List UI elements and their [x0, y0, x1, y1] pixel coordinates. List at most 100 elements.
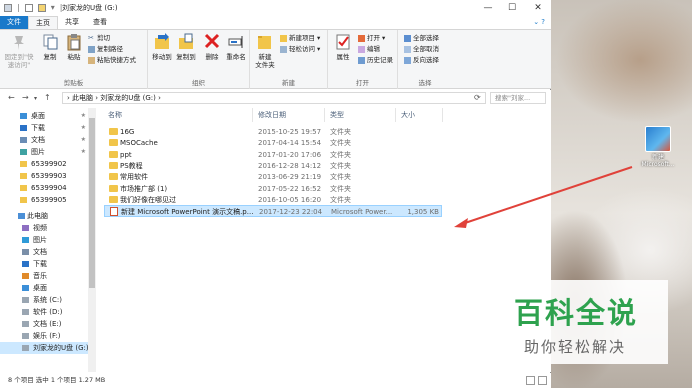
table-row[interactable]: 常用软件 2013-06-29 21:19 文件夹 — [104, 171, 442, 183]
sidebar-item-quick[interactable]: 图片 ★ — [0, 146, 96, 158]
sidebar-item-quick[interactable]: 65399903 — [0, 170, 96, 182]
column-header-type[interactable]: 类型 — [330, 110, 344, 120]
easy-access-button[interactable]: 轻松访问 ▾ — [280, 45, 320, 54]
recent-locations-chevron-icon[interactable]: ▾ — [34, 95, 37, 102]
cell-type: 文件夹 — [330, 195, 351, 204]
organize-group: 移动到 复制到 删除 重命名 组织 — [148, 30, 250, 89]
pinned-icon[interactable]: ★ — [81, 110, 86, 122]
select-none-button[interactable]: 全部取消 — [404, 45, 439, 54]
sidebar-item-quick[interactable]: 下载 ★ — [0, 122, 96, 134]
refresh-icon[interactable]: ⟳ — [474, 93, 481, 102]
column-header-name[interactable]: 名称 — [108, 110, 122, 120]
table-row[interactable]: 16G 2015-10-25 19:57 文件夹 — [104, 126, 442, 138]
cell-date: 2017-01-20 17:06 — [258, 150, 322, 159]
open-button[interactable]: 打开 ▾ — [358, 34, 385, 43]
sidebar-item-pc[interactable]: 下载 — [0, 258, 96, 270]
tab-home[interactable]: 主页 — [28, 16, 58, 29]
column-header-size[interactable]: 大小 — [401, 110, 415, 120]
copy-path-icon — [88, 46, 95, 53]
copy-path-button[interactable]: 复制路径 — [88, 45, 123, 54]
sidebar-item-pc[interactable]: 桌面 — [0, 282, 96, 294]
sidebar-item-quick[interactable]: 桌面 ★ — [0, 110, 96, 122]
forward-arrow-icon[interactable]: → — [22, 93, 29, 102]
sidebar-item-pc[interactable]: 图片 — [0, 234, 96, 246]
desktop-ppt-file[interactable]: 新建 Microsoft... — [636, 126, 680, 168]
watermark-subtitle: 助你轻松解决 — [524, 338, 627, 356]
edit-button[interactable]: 编辑 — [358, 45, 380, 54]
drive-icon — [22, 297, 29, 303]
tab-share[interactable]: 共享 — [58, 16, 86, 29]
powerpoint-icon — [645, 126, 671, 152]
sidebar-item-pc[interactable]: 系统 (C:) — [0, 294, 96, 306]
sidebar-item-label: 视频 — [33, 224, 47, 232]
pinned-icon[interactable]: ★ — [81, 122, 86, 134]
cell-type: 文件夹 — [330, 150, 351, 159]
sidebar-item-pc[interactable]: 娱乐 (F:) — [0, 330, 96, 342]
pinned-icon[interactable]: ★ — [81, 146, 86, 158]
help-icon[interactable]: ⌄ ? — [533, 18, 545, 26]
minimize-button[interactable]: — — [476, 0, 500, 16]
new-folder-quick-icon[interactable] — [37, 3, 46, 12]
column-divider[interactable] — [442, 108, 443, 122]
column-header-date[interactable]: 修改日期 — [258, 110, 286, 120]
table-row[interactable]: 市场推广部 (1) 2017-05-22 16:52 文件夹 — [104, 183, 442, 195]
column-divider[interactable] — [395, 108, 396, 122]
sidebar-item-this-pc[interactable]: 此电脑 — [0, 210, 96, 222]
select-all-button[interactable]: 全部选择 — [404, 34, 439, 43]
table-row[interactable]: 新建 Microsoft PowerPoint 演示文稿.p... 2017-12… — [104, 205, 442, 218]
new-item-button[interactable]: 新建项目 ▾ — [280, 34, 320, 43]
tab-view[interactable]: 查看 — [86, 16, 114, 29]
properties-quick-icon[interactable] — [24, 3, 33, 12]
table-row[interactable]: 我们好像在哪见过 2016-10-05 16:20 文件夹 — [104, 194, 442, 206]
search-input[interactable]: 搜索"刘家... — [490, 92, 546, 104]
rename-button[interactable]: 重命名 — [224, 33, 248, 61]
pinned-icon[interactable]: ★ — [81, 134, 86, 146]
large-icons-view-icon[interactable] — [538, 376, 547, 385]
details-view-icon[interactable] — [526, 376, 535, 385]
tab-file[interactable]: 文件 — [0, 16, 28, 29]
address-input[interactable]: › 此电脑 › 刘家龙的U盘 (G:) › — [62, 92, 486, 104]
library-icon — [20, 113, 27, 119]
back-arrow-icon[interactable]: ← — [8, 93, 15, 102]
new-folder-button[interactable]: 新建 文件夹 — [252, 33, 278, 69]
customize-quick-access-icon[interactable]: ▾ — [51, 3, 55, 12]
easy-access-icon — [280, 46, 287, 53]
column-divider[interactable] — [252, 108, 253, 122]
scrollbar-thumb[interactable] — [89, 118, 95, 288]
folder-icon — [109, 195, 118, 203]
sidebar-item-pc[interactable]: 文档 (E:) — [0, 318, 96, 330]
close-button[interactable]: ✕ — [526, 0, 550, 16]
sidebar-item-quick[interactable]: 65399902 — [0, 158, 96, 170]
copy-button[interactable]: 复制 — [38, 33, 62, 61]
sidebar-item-quick[interactable]: 65399905 — [0, 194, 96, 206]
up-arrow-icon[interactable]: ↑ — [44, 93, 51, 102]
sidebar-item-pc[interactable]: 视频 — [0, 222, 96, 234]
sidebar-item-quick[interactable]: 65399904 — [0, 182, 96, 194]
properties-button[interactable]: 属性 — [331, 33, 355, 61]
maximize-button[interactable]: ☐ — [500, 0, 524, 16]
nav-scrollbar[interactable] — [88, 108, 96, 372]
history-button[interactable]: 历史记录 — [358, 56, 393, 65]
delete-button[interactable]: 删除 — [200, 33, 224, 61]
copy-to-button[interactable]: 复制到 — [174, 33, 198, 61]
table-row[interactable]: PS教程 2016-12-28 14:12 文件夹 — [104, 160, 442, 172]
easy-access-label: 轻松访问 — [289, 45, 315, 53]
sidebar-item-label: 此电脑 — [27, 212, 48, 220]
table-row[interactable]: MSOCache 2017-04-14 15:54 文件夹 — [104, 137, 442, 149]
cell-type: 文件夹 — [330, 128, 351, 136]
column-divider[interactable] — [324, 108, 325, 122]
sidebar-item-pc[interactable]: 软件 (D:) — [0, 306, 96, 318]
pin-quick-access-button[interactable]: 固定到"快 速访问" — [2, 33, 36, 69]
move-to-button[interactable]: 移动到 — [150, 33, 174, 61]
sidebar-item-pc[interactable]: 文档 — [0, 246, 96, 258]
cut-button[interactable]: ✂ 剪切 — [88, 34, 110, 43]
paste-button[interactable]: 粘贴 — [62, 33, 86, 61]
invert-selection-button[interactable]: 反向选择 — [404, 56, 439, 65]
sidebar-item-pc[interactable]: 刘家龙的U盘 (G:) — [0, 342, 96, 354]
folder-icon — [109, 173, 118, 181]
paste-shortcut-button[interactable]: 粘贴快捷方式 — [88, 56, 136, 65]
sidebar-item-quick[interactable]: 文档 ★ — [0, 134, 96, 146]
table-row[interactable]: ppt 2017-01-20 17:06 文件夹 — [104, 149, 442, 161]
library-icon — [22, 273, 29, 279]
sidebar-item-pc[interactable]: 音乐 — [0, 270, 96, 282]
